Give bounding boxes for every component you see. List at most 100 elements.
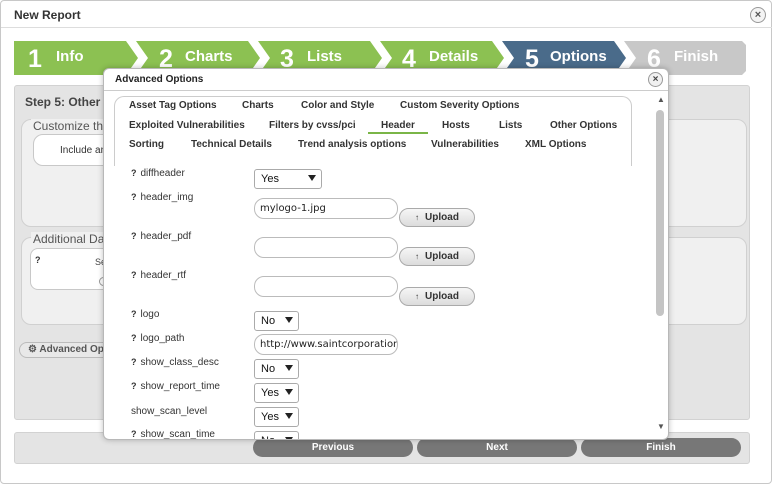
upload-label: Upload: [425, 251, 459, 262]
help-icon[interactable]: ?: [131, 309, 137, 319]
option-label: show_class_desc: [140, 357, 219, 368]
header-rtf-input[interactable]: [254, 276, 398, 297]
dialog-scrollbar[interactable]: ▲ ▼: [656, 95, 666, 435]
option-label: header_rtf: [140, 270, 187, 281]
tab-vulnerabilities[interactable]: Vulnerabilities: [431, 139, 499, 150]
help-icon[interactable]: ?: [131, 231, 137, 241]
option-label: logo_path: [140, 333, 185, 344]
tab-filters-by-cvss-pci[interactable]: Filters by cvss/pci: [269, 120, 356, 131]
tab-asset-tag-options[interactable]: Asset Tag Options: [129, 100, 217, 111]
option-show-class-desc: ? show_class_desc: [131, 357, 219, 368]
step-heading: Step 5: Other: [25, 95, 101, 109]
upload-icon: ↑: [415, 292, 420, 301]
title-divider: [1, 27, 772, 28]
header-pdf-upload-button[interactable]: ↑ Upload: [399, 247, 475, 266]
upload-icon: ↑: [415, 252, 420, 261]
dialog-title-divider: [104, 90, 668, 91]
chevron-down-icon: [285, 437, 293, 439]
header-rtf-upload-button[interactable]: ↑ Upload: [399, 287, 475, 306]
help-icon[interactable]: ?: [131, 333, 137, 343]
diffheader-select[interactable]: Yes: [254, 169, 322, 189]
advanced-options-button[interactable]: ⚙ Advanced Op: [19, 342, 115, 358]
help-icon[interactable]: ?: [35, 255, 41, 265]
show-scan-level-select[interactable]: Yes: [254, 407, 299, 427]
option-header-rtf: ? header_rtf: [131, 270, 186, 281]
step-label: Info: [56, 48, 84, 65]
finish-button[interactable]: Finish: [581, 438, 741, 457]
step-label: Options: [550, 48, 607, 65]
scrollbar-thumb[interactable]: [656, 110, 664, 316]
chevron-down-icon: [285, 389, 293, 395]
help-icon[interactable]: ?: [131, 270, 137, 280]
window-title: New Report: [14, 8, 81, 22]
upload-icon: ↑: [415, 213, 420, 222]
option-show-scan-level: show_scan_level: [131, 406, 207, 417]
selected-value: No: [261, 315, 276, 327]
selected-value: Yes: [261, 411, 279, 423]
show-scan-time-select[interactable]: No: [254, 431, 299, 439]
option-logo-path: ? logo_path: [131, 333, 184, 344]
selected-value: Yes: [261, 173, 279, 185]
include-option-label: Include an: [60, 145, 107, 156]
option-header-pdf: ? header_pdf: [131, 231, 191, 242]
option-label: header_pdf: [140, 231, 192, 242]
tab-xml-options[interactable]: XML Options: [525, 139, 586, 150]
dialog-title: Advanced Options: [115, 74, 204, 85]
step-label: Charts: [185, 48, 233, 65]
step-number: 1: [28, 45, 42, 73]
next-button[interactable]: Next: [417, 438, 577, 457]
option-label: show_report_time: [140, 381, 220, 392]
tab-charts[interactable]: Charts: [242, 100, 274, 111]
option-label: header_img: [140, 192, 194, 203]
option-show-report-time: ? show_report_time: [131, 381, 220, 392]
logo-path-input[interactable]: http://www.saintcorporatior: [254, 334, 398, 355]
step-label: Lists: [307, 48, 343, 65]
option-label: show_scan_time: [140, 429, 215, 440]
upload-label: Upload: [425, 212, 459, 223]
tab-header[interactable]: Header: [368, 120, 428, 134]
step-label: Details: [429, 48, 479, 65]
chevron-down-icon: [285, 317, 293, 323]
scroll-up-icon[interactable]: ▲: [657, 95, 665, 104]
logo-select[interactable]: No: [254, 311, 299, 331]
window-close-icon[interactable]: ×: [750, 7, 766, 23]
customize-legend: Customize the: [31, 119, 112, 133]
additional-data-legend: Additional Dat: [31, 232, 110, 246]
gear-icon: ⚙: [28, 344, 40, 355]
previous-button[interactable]: Previous: [253, 438, 413, 457]
header-pdf-input[interactable]: [254, 237, 398, 258]
show-report-time-select[interactable]: Yes: [254, 383, 299, 403]
scroll-down-icon[interactable]: ▼: [657, 422, 665, 431]
tab-trend-analysis-options[interactable]: Trend analysis options: [298, 139, 406, 150]
help-icon[interactable]: ?: [131, 429, 137, 439]
option-label: diffheader: [140, 168, 185, 179]
tab-exploited-vulnerabilities[interactable]: Exploited Vulnerabilities: [129, 120, 245, 131]
option-label: logo: [140, 309, 160, 320]
tab-hosts[interactable]: Hosts: [442, 120, 470, 131]
header-img-upload-button[interactable]: ↑ Upload: [399, 208, 475, 227]
option-header-img: ? header_img: [131, 192, 193, 203]
tab-technical-details[interactable]: Technical Details: [191, 139, 272, 150]
selected-value: No: [261, 363, 276, 375]
tab-custom-severity-options[interactable]: Custom Severity Options: [400, 100, 519, 111]
tab-color-and-style[interactable]: Color and Style: [301, 100, 374, 111]
option-show-scan-time: ? show_scan_time: [131, 429, 215, 440]
option-diffheader: ? diffheader: [131, 168, 185, 179]
header-img-input[interactable]: mylogo-1.jpg: [254, 198, 398, 219]
tab-sorting[interactable]: Sorting: [129, 139, 164, 150]
dialog-close-icon[interactable]: ×: [648, 72, 663, 87]
tab-lists[interactable]: Lists: [499, 120, 522, 131]
tab-other-options[interactable]: Other Options: [550, 120, 617, 131]
show-class-desc-select[interactable]: No: [254, 359, 299, 379]
help-icon[interactable]: ?: [131, 381, 137, 391]
selected-value: Yes: [261, 387, 279, 399]
help-icon[interactable]: ?: [131, 357, 137, 367]
help-icon[interactable]: ?: [131, 168, 137, 178]
advanced-options-dialog: Advanced Options × Asset Tag Options Cha…: [103, 68, 669, 440]
step-label: Finish: [674, 48, 719, 65]
selected-value: No: [261, 435, 275, 439]
chevron-down-icon: [285, 413, 293, 419]
upload-label: Upload: [425, 291, 459, 302]
help-icon[interactable]: ?: [131, 192, 137, 202]
chevron-down-icon: [308, 175, 316, 181]
